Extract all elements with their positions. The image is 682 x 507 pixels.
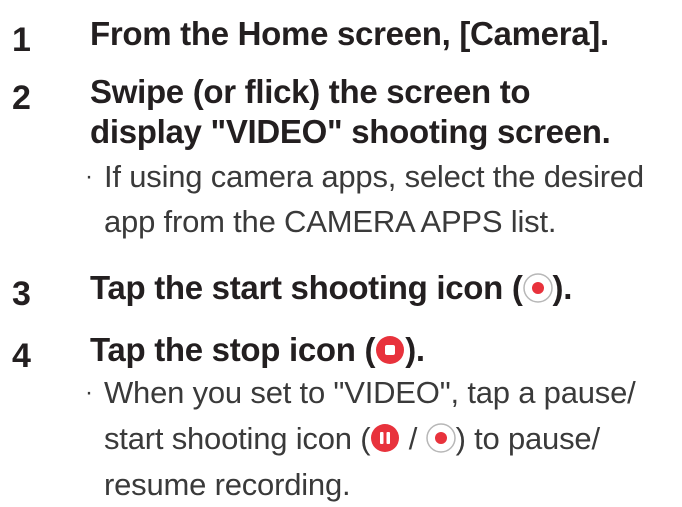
step-note-text: If using camera apps, select the desired	[104, 159, 644, 194]
step-title-line-1: Swipe (or flick) the screen to	[90, 73, 531, 110]
step-note-text: When you set to "VIDEO", tap a pause/	[104, 375, 636, 410]
bullet: ·	[85, 379, 93, 406]
step-title: From the Home screen, [Camera].	[90, 15, 609, 52]
step-title-text: ).	[552, 269, 573, 306]
step-note-text: start shooting icon (	[104, 421, 371, 456]
step-note-line-1: · If using camera apps, select the desir…	[85, 154, 644, 199]
bullet: ·	[85, 163, 93, 190]
step-title-line-2: display "VIDEO" shooting screen.	[90, 113, 611, 150]
step-note-line-1: · When you set to "VIDEO", tap a pause/	[85, 370, 636, 415]
step-number: 2	[12, 79, 31, 117]
step-number: 4	[12, 337, 31, 375]
record-start-icon	[425, 423, 456, 453]
record-stop-icon	[375, 335, 405, 365]
step-title-text: Tap the stop icon (	[90, 331, 376, 368]
step-note-text: /	[400, 421, 426, 456]
step-note-line-2: app from the CAMERA APPS list.	[104, 204, 557, 239]
record-start-icon	[522, 273, 553, 303]
step-note-line-3: resume recording.	[104, 467, 351, 502]
step-title: Tap the start shooting icon ().	[90, 268, 572, 308]
step-number: 1	[12, 21, 31, 59]
step-note-text: ) to pause/	[455, 421, 600, 456]
step-title-text: ).	[405, 331, 425, 368]
step-number: 3	[12, 275, 31, 313]
step-note-line-2: start shooting icon ( / ) to pause/	[104, 416, 600, 461]
step-title-text: Tap the start shooting icon (	[90, 269, 523, 306]
pause-icon	[370, 423, 400, 453]
step-title: Tap the stop icon ().	[90, 330, 425, 370]
